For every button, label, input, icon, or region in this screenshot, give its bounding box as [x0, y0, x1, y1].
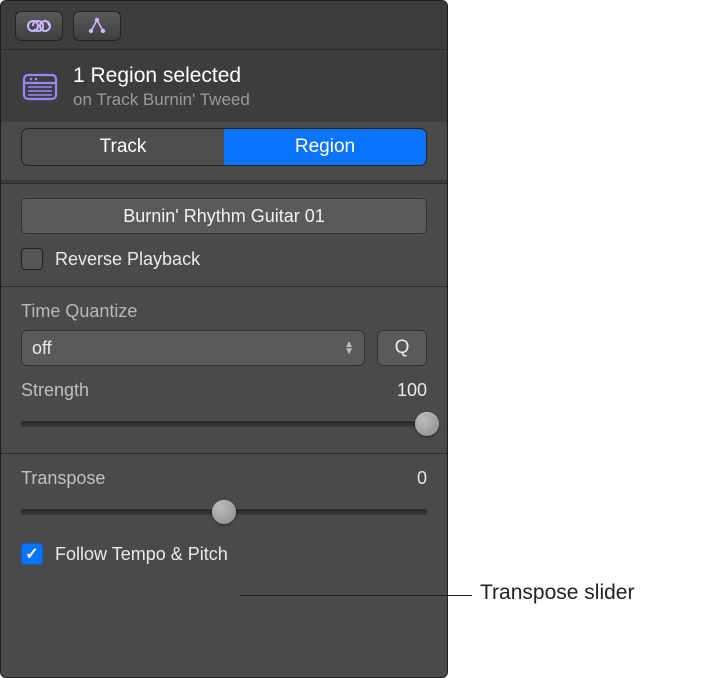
inspector-panel: 1 Region selected on Track Burnin' Tweed… [0, 0, 448, 678]
reverse-playback-label: Reverse Playback [55, 249, 200, 270]
toolbar [1, 1, 447, 50]
header: 1 Region selected on Track Burnin' Tweed [1, 50, 447, 122]
strength-value[interactable]: 100 [397, 380, 427, 401]
transpose-value[interactable]: 0 [417, 468, 427, 489]
time-quantize-value: off [32, 338, 52, 359]
amp-icon [21, 70, 59, 104]
link-icon [87, 16, 107, 36]
region-name-section: Burnin' Rhythm Guitar 01 Reverse Playbac… [1, 184, 447, 287]
loop-icon [26, 18, 52, 34]
transpose-slider[interactable] [21, 499, 427, 525]
slider-thumb[interactable] [415, 412, 439, 436]
updown-icon: ▲▼ [344, 341, 354, 355]
header-text: 1 Region selected on Track Burnin' Tweed [73, 64, 250, 110]
reverse-playback-row: Reverse Playback [21, 248, 427, 270]
transpose-section: Transpose 0 Follow Tempo & Pitch [1, 454, 447, 581]
track-region-segmented: Track Region [21, 128, 427, 166]
time-quantize-label: Time Quantize [21, 301, 427, 322]
reverse-playback-checkbox[interactable] [21, 248, 43, 270]
follow-tempo-label: Follow Tempo & Pitch [55, 544, 228, 565]
follow-tempo-checkbox[interactable] [21, 543, 43, 565]
header-title: 1 Region selected [73, 64, 250, 88]
header-subtitle: on Track Burnin' Tweed [73, 90, 250, 110]
loop-button[interactable] [15, 11, 63, 41]
tab-track[interactable]: Track [22, 129, 224, 165]
quantize-button[interactable]: Q [377, 330, 427, 366]
time-quantize-section: Time Quantize off ▲▼ Q Strength 100 [1, 287, 447, 454]
slider-thumb[interactable] [212, 500, 236, 524]
callout-text: Transpose slider [480, 581, 634, 605]
tab-region[interactable]: Region [224, 129, 426, 165]
time-quantize-dropdown[interactable]: off ▲▼ [21, 330, 365, 366]
strength-slider[interactable] [21, 411, 427, 437]
follow-tempo-row: Follow Tempo & Pitch [21, 543, 427, 565]
region-name-field[interactable]: Burnin' Rhythm Guitar 01 [21, 198, 427, 234]
strength-label: Strength [21, 380, 89, 401]
link-button[interactable] [73, 11, 121, 41]
transpose-label: Transpose [21, 468, 105, 489]
slider-track [21, 422, 427, 427]
